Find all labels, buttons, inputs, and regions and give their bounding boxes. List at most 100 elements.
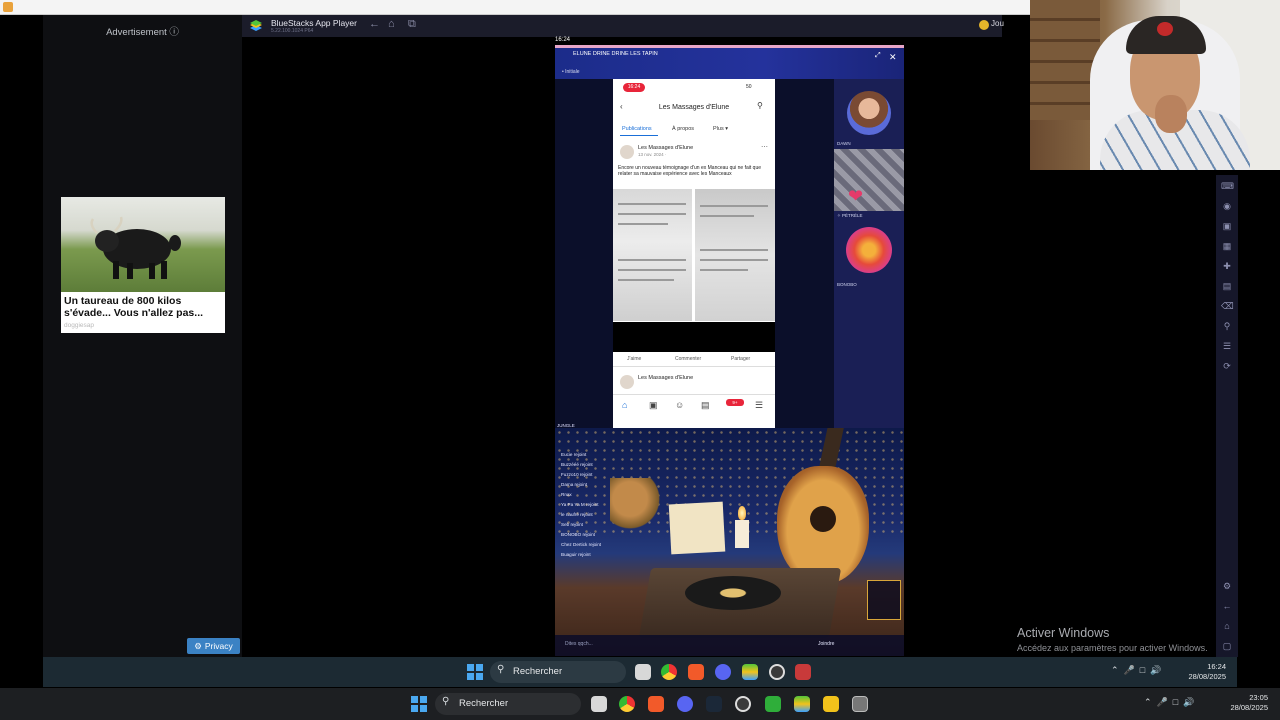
bluestacks-logo-icon <box>250 20 262 31</box>
text-line <box>700 205 768 207</box>
page-title: Les Massages d'Elune <box>658 104 730 111</box>
chrome-icon[interactable] <box>619 696 635 712</box>
join-button[interactable]: Joindre <box>818 641 834 647</box>
text-line <box>700 259 768 261</box>
task-view-icon[interactable] <box>635 664 651 680</box>
location-icon[interactable]: ⚲ <box>1221 320 1233 332</box>
ad-image[interactable] <box>61 197 225 292</box>
windows-start-icon[interactable] <box>411 696 427 712</box>
file-explorer-icon[interactable] <box>823 696 839 712</box>
taskbar-clock[interactable]: 23:05 28/08/2025 <box>1222 693 1268 713</box>
install-apk-icon[interactable]: ✚ <box>1221 260 1233 272</box>
image-divider <box>613 322 775 352</box>
text-line <box>618 279 674 281</box>
taskbar-search[interactable]: ⚲ Rechercher <box>490 661 626 683</box>
erase-icon[interactable]: ⌫ <box>1221 300 1234 312</box>
bluestacks-icon[interactable] <box>794 696 810 712</box>
chat-message: Ya Pa Ya M rejoint <box>561 502 599 507</box>
text-line <box>618 203 686 205</box>
chat-feed: Eucie rejoint Buzzééé rejoint Fuzzo10 re… <box>561 450 671 560</box>
clock-date: 28/08/2025 <box>1230 703 1268 712</box>
chat-input-bar[interactable]: Dites qqch... Joindre <box>555 635 904 656</box>
taskbar: ⚲ Rechercher ⌃ 🎤 □ 🔊 23:05 28/08/2025 <box>0 688 1280 720</box>
app-icon[interactable] <box>765 696 781 712</box>
post-date: 13 nov. 2024 · <box>638 152 667 157</box>
gift-badge <box>867 580 901 620</box>
bluestacks-titlebar: BlueStacks App Player 5.22.100.1024 P64 … <box>242 15 1004 37</box>
ad-label: Advertisement ⓘ <box>106 27 179 38</box>
screenshot-icon[interactable]: ▣ <box>1221 220 1233 232</box>
taskbar-clock[interactable]: 16:24 28/08/2025 <box>1186 662 1226 682</box>
avatar <box>620 375 634 389</box>
search-icon: ⚲ <box>757 101 763 110</box>
app-icon <box>3 2 13 12</box>
folder-icon[interactable]: ▤ <box>1221 280 1233 292</box>
windows-start-icon[interactable] <box>467 664 483 680</box>
taskbar-search-label: Rechercher <box>459 698 509 709</box>
stream-background-scene: Eucie rejoint Buzzééé rejoint Fuzzo10 re… <box>555 428 904 656</box>
privacy-button[interactable]: ⚙ Privacy <box>187 638 240 654</box>
system-tray[interactable]: ⌃ 🎤 □ 🔊 <box>1111 665 1161 676</box>
media-icon[interactable]: ▦ <box>1221 240 1233 252</box>
top-window-strip <box>0 0 1030 15</box>
home-icon[interactable]: ⌂ <box>1221 620 1233 632</box>
vinyl-record-image <box>685 576 781 610</box>
settings-icon[interactable]: ⚙ <box>1221 580 1233 592</box>
expand-icon[interactable]: ⤢ <box>875 52 881 60</box>
recents-icon[interactable]: ▢ <box>1221 640 1233 652</box>
notification-badge: 9+ <box>726 399 744 406</box>
taskbar-search[interactable]: ⚲ Rechercher <box>435 693 581 715</box>
guest-avatar-3[interactable] <box>846 227 892 273</box>
taskbar-search-label: Rechercher <box>513 666 563 677</box>
home-icon[interactable]: ⌂ <box>388 18 395 30</box>
clock-time: 16:24 <box>1207 662 1226 671</box>
app-icon[interactable] <box>795 664 811 680</box>
guest-avatar-1[interactable] <box>847 91 891 135</box>
task-view-icon[interactable] <box>591 696 607 712</box>
tab-publications: Publications <box>622 126 652 132</box>
search-icon: ⚲ <box>497 664 505 675</box>
back-icon[interactable]: ← <box>369 18 380 30</box>
search-icon: ⚲ <box>442 696 450 707</box>
ad-headline[interactable]: Un taureau de 800 kilos s'évade... Vous … <box>64 295 224 319</box>
guest-sidebar: DAWN ❤ ✧ PÉTRÉLE BONOBO <box>834 79 904 428</box>
ad-card[interactable]: Un taureau de 800 kilos s'évade... Vous … <box>61 197 225 333</box>
brave-icon[interactable] <box>688 664 704 680</box>
guest-label-2: ✧ PÉTRÉLE <box>837 213 863 218</box>
discord-icon[interactable] <box>677 696 693 712</box>
live-stream-view[interactable]: ELUNE DRINE DRINE LES TAPIN • Initiale ⤢… <box>555 45 904 656</box>
chat-message: Buaguir rejoint <box>561 552 591 557</box>
stream-subtitle: • Initiale <box>562 69 580 75</box>
bluestacks-window-icon[interactable] <box>852 696 868 712</box>
gamepad-icon[interactable]: ◉ <box>1221 200 1233 212</box>
device-clock: 16:24 <box>555 37 571 43</box>
tab-more: Plus ▾ <box>713 126 728 132</box>
bluestacks-icon[interactable] <box>742 664 758 680</box>
guest-avatar-2[interactable] <box>834 149 904 211</box>
multi-instance-icon[interactable]: ⧉ <box>408 18 416 31</box>
share-action: Partager <box>731 356 751 362</box>
chat-input[interactable]: Dites qqch... <box>565 641 593 647</box>
game-center-icon[interactable] <box>979 20 989 30</box>
game-center-label[interactable]: Jou <box>991 19 1004 28</box>
obs-icon[interactable] <box>735 696 751 712</box>
brave-icon[interactable] <box>648 696 664 712</box>
back-icon[interactable]: ← <box>1221 600 1233 612</box>
text-line <box>618 259 686 261</box>
keyboard-icon[interactable]: ⌨ <box>1221 180 1234 192</box>
comment-action: Commenter <box>675 356 702 362</box>
avatar <box>620 145 634 159</box>
chat-message: Eucie rejoint <box>561 452 587 457</box>
system-tray[interactable]: ⌃ 🎤 □ 🔊 <box>1144 697 1194 708</box>
close-icon[interactable]: ✕ <box>889 52 897 63</box>
steam-icon[interactable] <box>706 696 722 712</box>
discord-icon[interactable] <box>715 664 731 680</box>
chat-message: Buzzééé rejoint <box>561 462 593 467</box>
marketplace-icon: ▤ <box>701 400 710 410</box>
activate-windows-title: Activer Windows <box>1017 626 1110 640</box>
rotate-icon[interactable]: ⟳ <box>1221 360 1233 372</box>
chrome-icon[interactable] <box>661 664 677 680</box>
more-options-icon: ⋯ <box>761 144 768 151</box>
layers-icon[interactable]: ☰ <box>1221 340 1233 352</box>
obs-icon[interactable] <box>769 664 785 680</box>
